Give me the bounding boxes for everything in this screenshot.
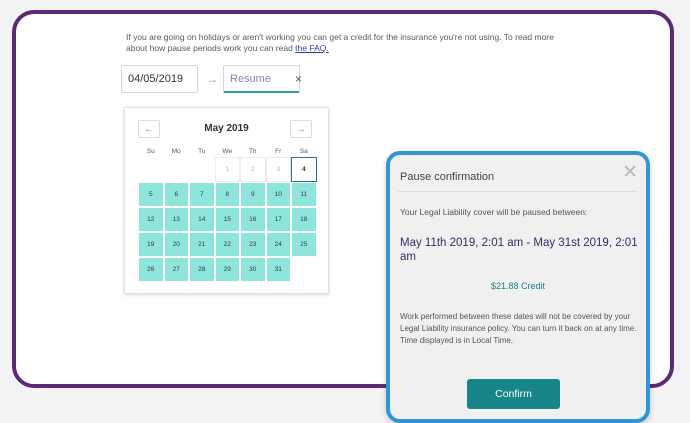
- close-icon[interactable]: ✕: [622, 163, 638, 182]
- date-picker-calendar: ← May 2019 → Su Mo Tu We Th Fr Sa 1 2 3 4 5 6 7 8 9 10 1…: [124, 107, 329, 294]
- weekday-label: Sa: [299, 148, 308, 155]
- weekday-label: Fr: [275, 148, 282, 155]
- calendar-day[interactable]: 19: [138, 232, 164, 257]
- calendar-day[interactable]: 12: [138, 207, 164, 232]
- confirm-button[interactable]: Confirm: [467, 379, 560, 409]
- calendar-day: 2: [240, 157, 266, 182]
- calendar-day[interactable]: 13: [163, 207, 189, 232]
- calendar-day[interactable]: 5: [138, 182, 164, 207]
- end-date-input[interactable]: Resume: [223, 65, 300, 93]
- calendar-day[interactable]: 16: [240, 207, 266, 232]
- dialog-subtitle: Your Legal Liability cover will be pause…: [400, 207, 588, 217]
- faq-link[interactable]: the FAQ.: [295, 43, 329, 53]
- calendar-day[interactable]: 6: [163, 182, 189, 207]
- calendar-day[interactable]: 15: [214, 207, 240, 232]
- coverage-note: Work performed between these dates will …: [400, 312, 637, 345]
- calendar-day[interactable]: 27: [163, 257, 189, 282]
- credit-amount: $21.88 Credit: [490, 281, 546, 291]
- start-date-input[interactable]: 04/05/2019: [121, 65, 198, 93]
- weekday-label: Th: [248, 148, 257, 155]
- calendar-day[interactable]: 20: [163, 232, 189, 257]
- calendar-empty-cell: [138, 157, 164, 182]
- calendar-empty-cell: [164, 157, 190, 182]
- weekday-label: Mo: [171, 148, 181, 155]
- weekday-label: Su: [146, 148, 155, 155]
- calendar-days-grid: 1 2 3 4 5 6 7 8 9 10 11 12 13 14 15 16 17 18 19 20 21 22 23 24 2…: [138, 157, 317, 282]
- calendar-day[interactable]: 28: [189, 257, 215, 282]
- calendar-day[interactable]: 9: [240, 182, 266, 207]
- calendar-day[interactable]: 29: [214, 257, 240, 282]
- calendar-empty-cell: [189, 157, 215, 182]
- calendar-day[interactable]: 7: [189, 182, 215, 207]
- calendar-day[interactable]: 8: [214, 182, 240, 207]
- calendar-day[interactable]: 14: [189, 207, 215, 232]
- weekday-header: Su Mo Tu We Th Fr Sa: [138, 148, 317, 155]
- calendar-day[interactable]: 24: [265, 232, 291, 257]
- calendar-day[interactable]: 10: [265, 182, 291, 207]
- calendar-day[interactable]: 22: [214, 232, 240, 257]
- calendar-day[interactable]: 25: [291, 232, 317, 257]
- calendar-day[interactable]: 21: [189, 232, 215, 257]
- pause-range-text: May 11th 2019, 2:01 am - May 31st 2019, …: [400, 237, 638, 263]
- intro-body: If you are going on holidays or aren't w…: [126, 32, 554, 53]
- weekday-label: Tu: [198, 148, 206, 155]
- calendar-day[interactable]: 26: [138, 257, 164, 282]
- intro-text: If you are going on holidays or aren't w…: [126, 32, 576, 54]
- calendar-day[interactable]: 30: [240, 257, 266, 282]
- calendar-day[interactable]: 18: [291, 207, 317, 232]
- calendar-day[interactable]: 23: [240, 232, 266, 257]
- calendar-day: 1: [214, 157, 240, 182]
- dialog-divider: [398, 191, 638, 192]
- pause-confirmation-dialog: Pause confirmation ✕ Your Legal Liabilit…: [386, 151, 650, 423]
- clear-icon[interactable]: ×: [295, 72, 302, 86]
- calendar-day[interactable]: 4: [291, 157, 317, 182]
- calendar-day: 3: [265, 157, 291, 182]
- calendar-day[interactable]: 17: [265, 207, 291, 232]
- calendar-day[interactable]: 31: [265, 257, 291, 282]
- arrow-right-icon: →: [206, 72, 218, 86]
- next-month-button[interactable]: →: [290, 120, 312, 138]
- weekday-label: We: [222, 148, 233, 155]
- calendar-day[interactable]: 11: [291, 182, 317, 207]
- dialog-title: Pause confirmation: [400, 171, 495, 183]
